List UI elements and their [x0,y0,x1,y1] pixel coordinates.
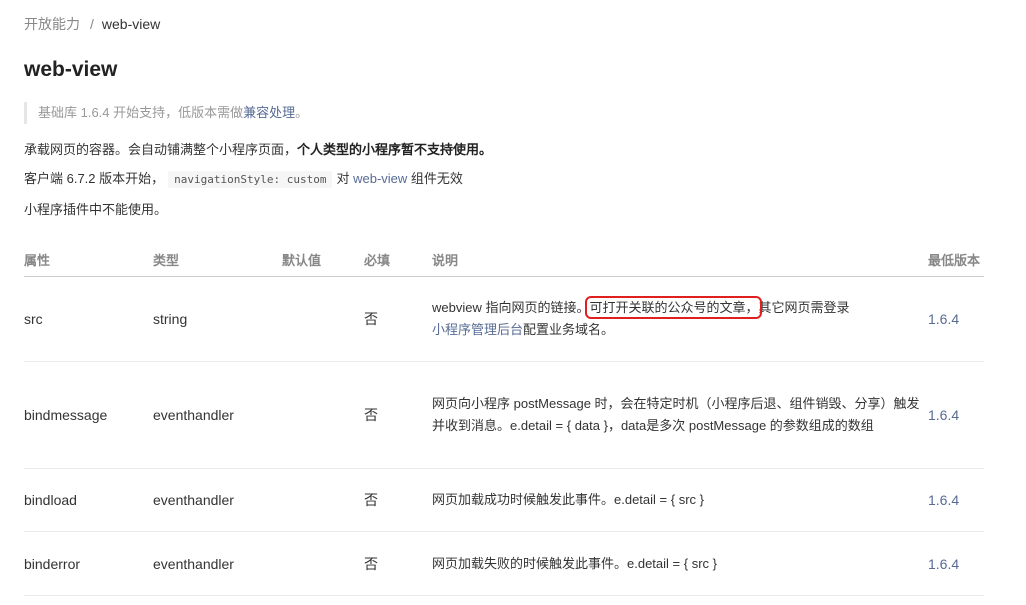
cell-default [282,276,364,362]
intro-bold-text: 个人类型的小程序暂不支持使用。 [297,142,493,157]
cell-type: eventhandler [153,531,282,596]
cell-default [282,361,364,469]
attributes-table: 属性 类型 默认值 必填 说明 最低版本 src string 否 webvie… [24,242,984,596]
cell-required: 否 [364,276,432,362]
cell-description: 网页加载成功时候触发此事件。e.detail = { src } [432,468,928,532]
cell-version[interactable]: 1.6.4 [928,276,984,362]
header-description: 说明 [432,242,928,277]
breadcrumb-separator: / [90,16,94,32]
cell-attr: src [24,276,153,362]
cell-description: 网页加载失败的时候触发此事件。e.detail = { src } [432,531,928,596]
client-version-text: 客户端 6.7.2 版本开始， [24,171,165,186]
table-row: bindmessage eventhandler 否 网页向小程序 postMe… [24,361,984,469]
header-min-version: 最低版本 [928,242,984,277]
table-header-row: 属性 类型 默认值 必填 说明 最低版本 [24,242,984,277]
cell-type: string [153,276,282,362]
client-version-middle: 对 [336,171,350,186]
cell-version[interactable]: 1.6.4 [928,361,984,469]
table-row: src string 否 webview 指向网页的链接。可打开关联的公众号的文… [24,276,984,362]
cell-required: 否 [364,468,432,532]
cell-default [282,468,364,532]
compat-link[interactable]: 兼容处理 [243,105,295,120]
cell-description: 网页向小程序 postMessage 时，会在特定时机（小程序后退、组件销毁、分… [432,361,928,469]
client-version-suffix: 组件无效 [410,171,463,186]
inline-code: navigationStyle: custom [168,171,333,188]
web-view-link[interactable]: web-view [353,171,407,186]
plugin-paragraph: 小程序插件中不能使用。 [24,202,168,217]
admin-console-link[interactable]: 小程序管理后台 [432,322,523,337]
cell-description: webview 指向网页的链接。可打开关联的公众号的文章，其它网页需登录小程序管… [432,276,928,362]
intro-text: 承载网页的容器。会自动铺满整个小程序页面， [24,142,298,157]
cell-attr: bindmessage [24,361,153,469]
intro-paragraph: 承载网页的容器。会自动铺满整个小程序页面，个人类型的小程序暂不支持使用。 [24,140,492,160]
breadcrumb-current: web-view [101,16,161,32]
client-version-paragraph: 客户端 6.7.2 版本开始， navigationStyle: custom 对 … [24,169,463,190]
breadcrumb-parent-link[interactable]: 开放能力 [24,16,80,32]
header-type: 类型 [153,242,282,277]
cell-default [282,531,364,596]
breadcrumb: 开放能力 / web-view [24,14,160,34]
cell-attr: binderror [24,531,153,596]
header-required: 必填 [364,242,432,277]
header-default: 默认值 [282,242,364,277]
version-note: 基础库 1.6.4 开始支持，低版本需做兼容处理。 [24,102,308,124]
cell-version[interactable]: 1.6.4 [928,468,984,532]
desc-tail: 配置业务域名。 [523,322,615,337]
cell-required: 否 [364,531,432,596]
version-note-text: 基础库 1.6.4 开始支持，低版本需做 [38,105,244,120]
version-note-suffix: 。 [295,105,309,120]
highlighted-text: 可打开关联的公众号的文章， [585,296,763,319]
table-row: binderror eventhandler 否 网页加载失败的时候触发此事件。… [24,531,984,596]
cell-attr: bindload [24,468,153,532]
header-attr: 属性 [24,242,153,277]
desc-text: webview 指向网页的链接。 [432,300,590,315]
cell-required: 否 [364,361,432,469]
table-row: bindload eventhandler 否 网页加载成功时候触发此事件。e.… [24,468,984,532]
page-title: web-view [24,58,118,81]
cell-type: eventhandler [153,361,282,469]
cell-type: eventhandler [153,468,282,532]
cell-version[interactable]: 1.6.4 [928,531,984,596]
desc-text-continued: 其它网页需登录 [758,300,850,315]
